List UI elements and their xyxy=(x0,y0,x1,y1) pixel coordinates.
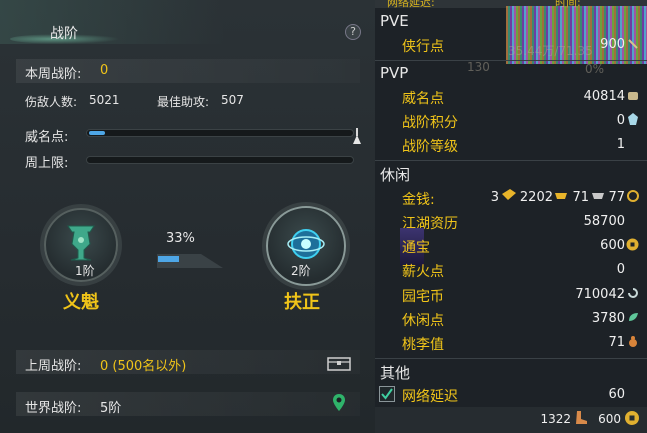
leisure-item-label: 休闲点 xyxy=(402,313,444,329)
world-rank-label: 世界战阶: xyxy=(25,401,82,416)
week-cap-bar xyxy=(86,156,354,164)
gold-ingot-icon xyxy=(555,193,567,199)
silver-ingot-icon xyxy=(592,193,604,199)
silver-count: 71 xyxy=(572,190,589,205)
cap-marker-icon xyxy=(353,128,361,144)
section-other-header: 其他 xyxy=(380,364,411,382)
pvp-item-label: 战阶积分 xyxy=(402,115,458,131)
chest-icon[interactable] xyxy=(327,355,351,371)
prestige-bar xyxy=(86,129,354,137)
network-latency-checkbox[interactable] xyxy=(379,386,395,402)
copper-coin-icon xyxy=(627,190,639,202)
gold-bar-count: 3 xyxy=(490,190,499,205)
week-cap-label: 周上限: xyxy=(25,156,69,171)
rank-progress-bar xyxy=(157,254,223,268)
leaf-icon xyxy=(629,313,638,321)
medal-right-name: 扶正 xyxy=(284,292,320,313)
money-label: 金钱: xyxy=(402,192,435,208)
location-pin-icon[interactable] xyxy=(332,393,346,413)
ghost-number-text: 130 xyxy=(467,60,490,74)
leisure-item-value: 710042 xyxy=(575,287,625,302)
medal-left-level: 1阶 xyxy=(75,264,95,278)
leisure-item-label: 园宅币 xyxy=(402,289,444,305)
other-item-label: 网络延迟 xyxy=(402,389,458,405)
tongbao-coin-icon xyxy=(626,238,639,251)
pvp-item-label: 威名点 xyxy=(402,91,444,107)
medal-left-name: 义魁 xyxy=(63,292,99,313)
footer-value-1: 1322 xyxy=(540,412,571,426)
rank-progress-percent: 33% xyxy=(166,231,195,246)
prestige-label: 威名点: xyxy=(25,130,69,145)
section-pve-header: PVE xyxy=(380,12,409,30)
network-status-ghost: 网络延迟: xyxy=(387,0,435,9)
other-item-value: 60 xyxy=(608,387,625,402)
copper-count: 77 xyxy=(608,190,625,205)
pve-item-value: 900 xyxy=(600,37,625,52)
leisure-item-label: 薪火点 xyxy=(402,264,444,280)
pvp-item-value: 40814 xyxy=(583,89,625,104)
divider xyxy=(375,160,647,161)
pvp-item-value: 0 xyxy=(616,113,625,128)
spiral-coin-icon xyxy=(628,288,638,298)
leisure-item-value: 58700 xyxy=(583,214,625,229)
check-icon xyxy=(381,388,393,400)
gold-count: 2202 xyxy=(519,190,553,205)
sword-icon xyxy=(628,39,638,49)
ghost-percent-text: 0% xyxy=(585,62,605,76)
assists-label: 最佳助攻: xyxy=(157,95,210,109)
medal-right-level: 2阶 xyxy=(291,264,311,278)
world-rank-value: 5阶 xyxy=(100,401,122,416)
gold-bar-icon xyxy=(502,189,516,200)
assists-value: 507 xyxy=(221,93,244,107)
leisure-item-value: 71 xyxy=(608,335,625,350)
leisure-item-value: 0 xyxy=(616,262,625,277)
prestige-bar-fill xyxy=(89,131,105,135)
week-rank-value: 0 xyxy=(100,63,109,78)
kills-label: 伤敌人数: xyxy=(25,95,78,109)
footer-value-2: 600 xyxy=(598,412,621,426)
leisure-item-label: 通宝 xyxy=(402,240,430,256)
panel-title: 战阶 xyxy=(50,26,78,42)
last-week-value: 0 (500名以外) xyxy=(100,359,187,374)
pve-item-label: 侠行点 xyxy=(402,39,444,55)
leisure-item-value: 3780 xyxy=(591,311,625,326)
footer-coin-icon xyxy=(625,411,639,425)
kills-value: 5021 xyxy=(89,93,120,107)
prestige-mask-icon xyxy=(628,92,638,100)
divider xyxy=(375,60,647,61)
divider xyxy=(375,358,647,359)
pvp-item-label: 战阶等级 xyxy=(402,139,458,155)
help-icon[interactable]: ? xyxy=(345,24,361,40)
rank-panel: 战阶 ? 本周战阶: 0 伤敌人数: 5021 最佳助攻: 507 威名点: 周… xyxy=(0,0,375,433)
section-pvp-header: PVP xyxy=(380,64,409,82)
week-rank-label: 本周战阶: xyxy=(25,67,82,82)
section-leisure-header: 休闲 xyxy=(380,166,411,184)
crystal-icon xyxy=(628,113,638,125)
leisure-item-value: 600 xyxy=(600,238,625,253)
boot-icon xyxy=(576,411,587,424)
gourd-icon xyxy=(629,336,637,347)
last-week-label: 上周战阶: xyxy=(25,359,82,374)
leisure-item-label: 桃李值 xyxy=(402,337,444,353)
currency-panel: 网络延迟: 时间: 35.44万/71.35 130 0% PVE 侠行点 90… xyxy=(375,0,647,433)
pvp-item-value: 1 xyxy=(616,137,625,152)
